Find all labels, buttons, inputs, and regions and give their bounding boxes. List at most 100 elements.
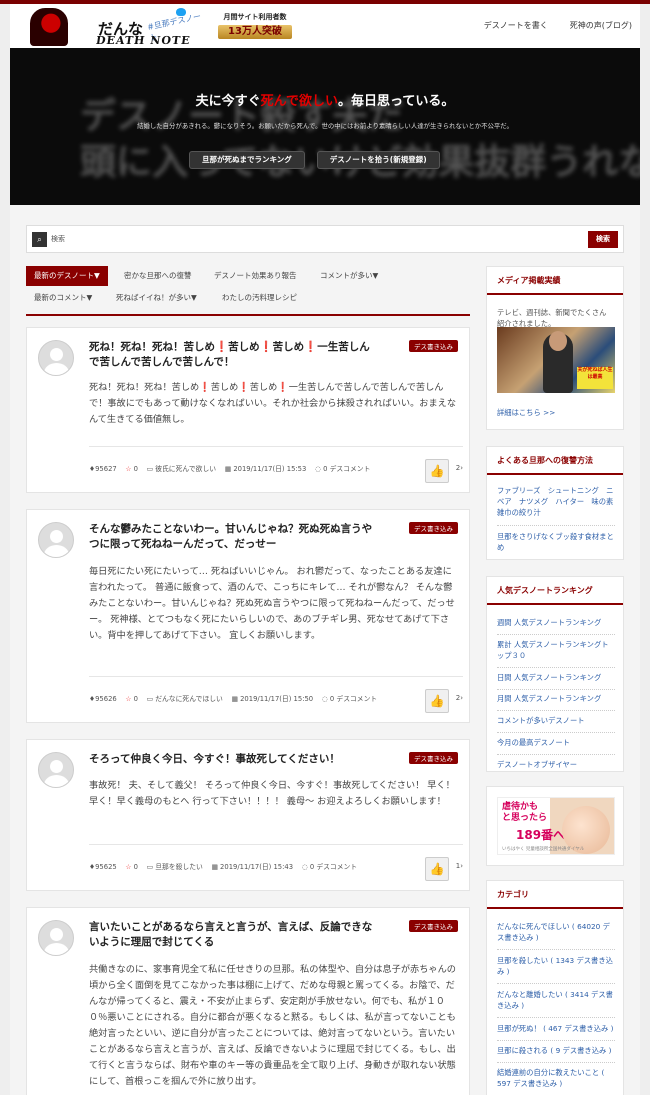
star-icon: ☆ [125, 863, 132, 871]
divider [497, 634, 615, 635]
post-body: 毎日死にたい死にたいって… 死ねばいいじゃん。 おれ鬱だって、なったことある友達… [89, 566, 455, 641]
ranking-item[interactable]: 累計 人気デスノートランキングトップ３０ [487, 639, 625, 661]
divider [497, 689, 615, 690]
star-icon: ☆ [125, 465, 132, 473]
divider [497, 1017, 615, 1018]
revenge-title: よくある旦那への復讐方法 [487, 447, 623, 475]
post-date: 2019/11/17(日) 15:50 [240, 695, 314, 703]
post-footer: ♦95625 ☆ 0 ▭ 旦那を殺したい ▦ 2019/11/17(日) 15:… [89, 844, 463, 881]
post-title[interactable]: そろって仲良く今日、今すぐ！事故死してください！ [89, 752, 379, 767]
media-box: メディア掲載実績 テレビ、週刊誌、新聞でたくさん紹介されました。 夫が死ねば人生… [486, 266, 624, 430]
site-header: #旦那デスノート だんな DEATH NOTE 月間サイト利用者数 13万人突破… [10, 4, 640, 48]
search-bar: ⌕ 検索 検索 [26, 225, 624, 253]
divider [497, 754, 615, 755]
tab-most-likes[interactable]: 死ねばイイね！が多い▼ [108, 288, 205, 308]
post-title[interactable]: そんな鬱みたことないわー。甘いんじゃね？死ぬ死ぬ言うやつに限って死ねねーんだって… [89, 522, 379, 552]
post-category[interactable]: 旦那を殺したい [155, 863, 203, 871]
revenge-box: よくある旦那への復讐方法 ファブリーズ シュートニング ニベア ナツメグ ハイタ… [486, 446, 624, 560]
divider [497, 710, 615, 711]
register-button[interactable]: デスノートを拾う(新規登録) [317, 152, 439, 168]
ranking-item[interactable]: デスノートオブザイヤー [487, 759, 625, 770]
post-meta: ♦95625 ☆ 0 ▭ 旦那を殺したい ▦ 2019/11/17(日) 15:… [89, 861, 357, 871]
calendar-icon: ▦ [211, 863, 218, 871]
tab-secret-revenge[interactable]: 密かな旦那への復讐 [116, 266, 200, 286]
like-count: 1› [455, 862, 463, 870]
revenge-item[interactable]: ファブリーズ シュートニング ニベア ナツメグ ハイター 味の素 雑巾の絞り汁 [487, 485, 625, 518]
tv-caption: 夫が死ねば人生は最高 [577, 367, 613, 389]
post-card: 死ね！死ね！死ね！苦しめ❗苦しめ❗苦しめ❗一生苦しんで苦しんで苦しんで苦しんで！… [26, 327, 470, 493]
comment-icon: ◌ [321, 695, 328, 703]
tab-recipes[interactable]: わたしの汚料理レシピ [214, 288, 305, 308]
hero-subtext: 結婚した自分があきれる。鬱になりそう。お願いだから死んで。世の中にはお前より素晴… [137, 122, 513, 130]
user-count-value: 13万人突破 [218, 25, 292, 39]
category-item[interactable]: だんなに死んでほしい ( 64020 デス書き込み ) [487, 921, 625, 943]
post-meta: ♦95626 ☆ 0 ▭ だんなに死んでほしい ▦ 2019/11/17(日) … [89, 693, 377, 703]
post-card: そんな鬱みたことないわー。甘いんじゃね？死ぬ死ぬ言うやつに限って死ねねーんだって… [26, 509, 470, 723]
post-id: 95627 [95, 465, 117, 473]
post-title[interactable]: 言いたいことがあるなら言えと言うが、言えば、反論できないように理屈で封じてくる [89, 920, 379, 950]
nav-write-deathnote[interactable]: デスノートを書く [484, 20, 548, 31]
ranking-item[interactable]: 日間 人気デスノートランキング [487, 672, 625, 683]
divider [497, 1040, 615, 1041]
post-badge: デス書き込み [409, 920, 458, 932]
media-detail-link[interactable]: 詳細はこちら >> [487, 407, 565, 418]
search-input[interactable]: 検索 [51, 234, 65, 244]
ranking-title: 人気デスノートランキング [487, 577, 623, 605]
post-category[interactable]: 彼氏に死んで欲しい [155, 465, 216, 473]
post-body: 死ね！死ね！死ね！苦しめ❗苦しめ❗苦しめ❗一生苦しんで苦しんで苦しんで苦しんで！… [89, 382, 457, 425]
category-item[interactable]: 旦那を殺したい ( 1343 デス書き込み ) [487, 955, 625, 977]
post-comments[interactable]: 0 デスコメント [323, 465, 370, 473]
category-item[interactable]: 旦那に殺される ( 9 デス書き込み ) [487, 1045, 625, 1056]
media-text: テレビ、週刊誌、新聞でたくさん紹介されました。 [497, 308, 607, 328]
tab-effect-report[interactable]: デスノート効果あり報告 [206, 266, 305, 286]
post-badge: デス書き込み [409, 340, 458, 352]
header-nav: デスノートを書く 死神の声(ブログ) [484, 20, 632, 31]
post-title[interactable]: 死ね！死ね！死ね！苦しめ❗苦しめ❗苦しめ❗一生苦しんで苦しんで苦しんで苦しんで！ [89, 340, 379, 370]
post-comments[interactable]: 0 デスコメント [310, 863, 357, 871]
post-stars: 0 [133, 695, 138, 703]
avatar [38, 752, 74, 788]
divider [497, 1062, 615, 1063]
category-item[interactable]: だんなと離婚したい ( 3414 デス書き込み ) [487, 989, 625, 1011]
tab-most-comments[interactable]: コメントが多い▼ [312, 266, 386, 286]
star-icon: ☆ [125, 695, 132, 703]
post-category[interactable]: だんなに死んでほしい [155, 695, 223, 703]
comment-icon: ◌ [315, 465, 321, 473]
nav-reaper-blog[interactable]: 死神の声(ブログ) [570, 20, 632, 31]
tv-man-face [549, 331, 567, 351]
search-button[interactable]: 検索 [588, 231, 618, 248]
tab-latest[interactable]: 最新のデスノート▼ [26, 266, 108, 286]
user-count-badge: 月間サイト利用者数 13万人突破 [210, 12, 300, 39]
category-item[interactable]: 旦那が死ぬ！ ( 467 デス書き込み ) [487, 1023, 625, 1034]
main-content: ⌕ 検索 検索 最新のデスノート▼ 密かな旦那への復讐 デスノート効果あり報告 … [10, 205, 640, 1095]
post-comments[interactable]: 0 デスコメント [330, 695, 377, 703]
ranking-item[interactable]: 今月の最高デスノート [487, 737, 625, 748]
logo-text-en: DEATH NOTE [95, 34, 192, 47]
post-card: 言いたいことがあるなら言えと言うが、言えば、反論できないように理屈で封じてくる … [26, 907, 470, 1095]
ranking-box: 人気デスノートランキング 週間 人気デスノートランキング 累計 人気デスノートラ… [486, 576, 624, 772]
ranking-item[interactable]: 週間 人気デスノートランキング [487, 617, 625, 628]
thumbs-up-icon[interactable]: 👍 [425, 689, 449, 713]
ranking-item[interactable]: 月間 人気デスノートランキング [487, 693, 625, 704]
divider [497, 525, 615, 526]
ranking-button[interactable]: 旦那が死ぬまでランキング [190, 152, 304, 168]
divider [497, 949, 615, 950]
post-stars: 0 [133, 863, 138, 871]
thumbs-up-icon[interactable]: 👍 [425, 857, 449, 881]
folder-icon: ▭ [146, 863, 154, 871]
revenge-item[interactable]: 旦那をさりげなくブッ殺す食材まとめ [487, 531, 625, 553]
category-title: カテゴリ [487, 881, 623, 909]
post-body: 事故死！ 夫、そして義父！ そろって仲良く今日、今すぐ！事故死してください！ 早… [89, 780, 455, 807]
site-logo[interactable]: #旦那デスノート だんな DEATH NOTE [30, 6, 205, 48]
post-date: 2019/11/17(日) 15:53 [233, 465, 307, 473]
category-box: カテゴリ だんなに死んでほしい ( 64020 デス書き込み ) 旦那を殺したい… [486, 880, 624, 1095]
post-date: 2019/11/17(日) 15:43 [220, 863, 294, 871]
post-id: 95625 [95, 863, 117, 871]
child-abuse-hotline-ad[interactable]: 虐待かも と思ったら 189番へ いちはやく 児童相談所全国共通ダイヤル [497, 797, 615, 855]
thumbs-up-icon[interactable]: 👍 [425, 459, 449, 483]
ranking-item[interactable]: コメントが多いデスノート [487, 715, 625, 726]
category-item[interactable]: 結婚連前の自分に教えたいこと ( 597 デス書き込み ) [487, 1067, 625, 1089]
post-stars: 0 [133, 465, 138, 473]
tab-latest-comments[interactable]: 最新のコメント▼ [26, 288, 100, 308]
post-tabs: 最新のデスノート▼ 密かな旦那への復讐 デスノート効果あり報告 コメントが多い▼… [26, 266, 470, 316]
